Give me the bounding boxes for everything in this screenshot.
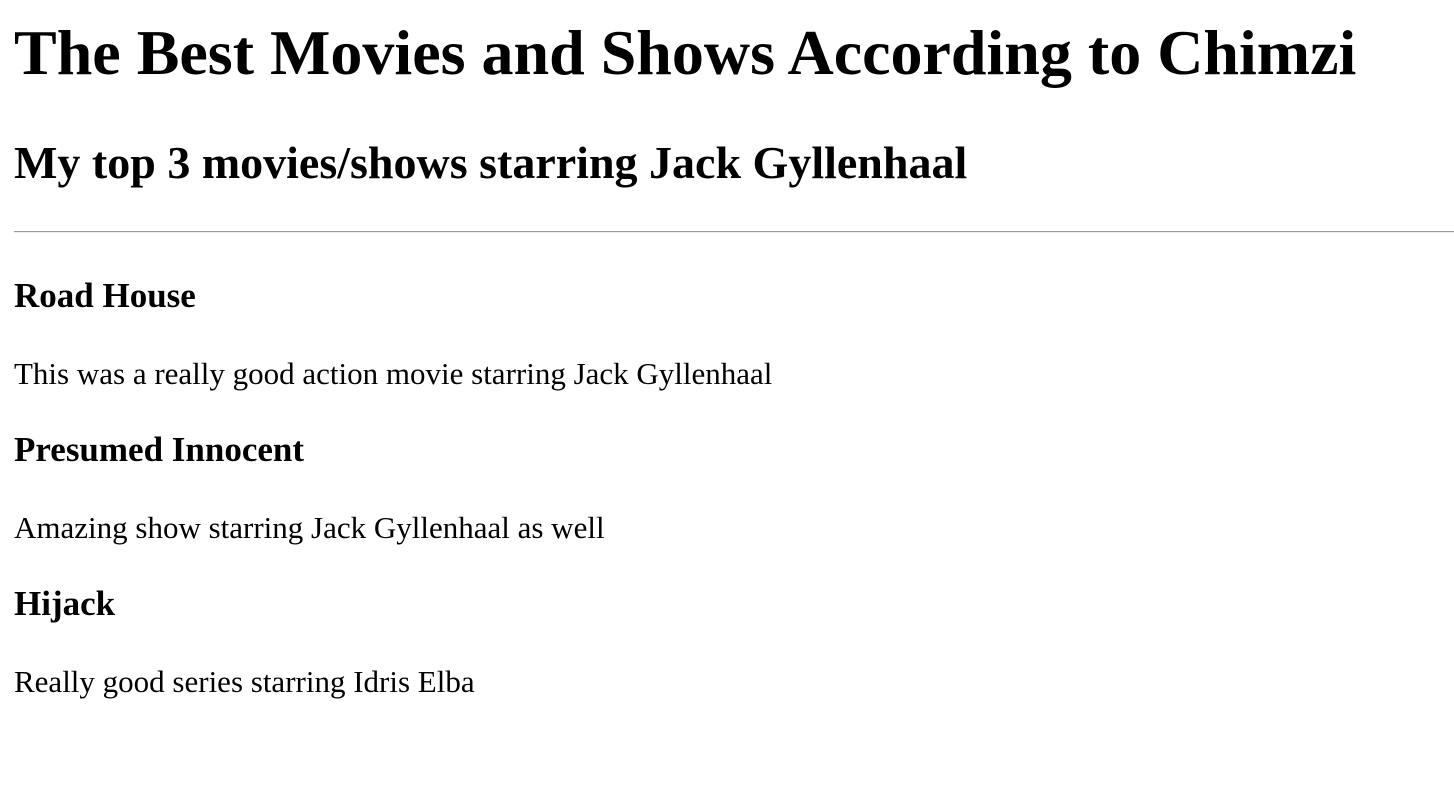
entry-list: Road House This was a really good action… bbox=[14, 276, 1454, 700]
entry-title: Presumed Innocent bbox=[14, 430, 305, 469]
page-content: The Best Movies and Shows According to C… bbox=[0, 17, 1454, 700]
page-subtitle: My top 3 movies/shows starring Jack Gyll… bbox=[14, 137, 968, 188]
list-item: Road House This was a really good action… bbox=[14, 276, 1454, 392]
entry-description: Amazing show starring Jack Gyllenhaal as… bbox=[14, 510, 605, 545]
list-item: Presumed Innocent Amazing show starring … bbox=[14, 430, 1454, 546]
divider bbox=[14, 231, 1454, 233]
list-item: Hijack Really good series starring Idris… bbox=[14, 584, 1454, 700]
page-title: The Best Movies and Shows According to C… bbox=[14, 17, 1357, 88]
entry-title: Road House bbox=[14, 276, 196, 315]
entry-description: Really good series starring Idris Elba bbox=[14, 664, 475, 699]
entry-description: This was a really good action movie star… bbox=[14, 356, 773, 391]
entry-title: Hijack bbox=[14, 584, 116, 623]
